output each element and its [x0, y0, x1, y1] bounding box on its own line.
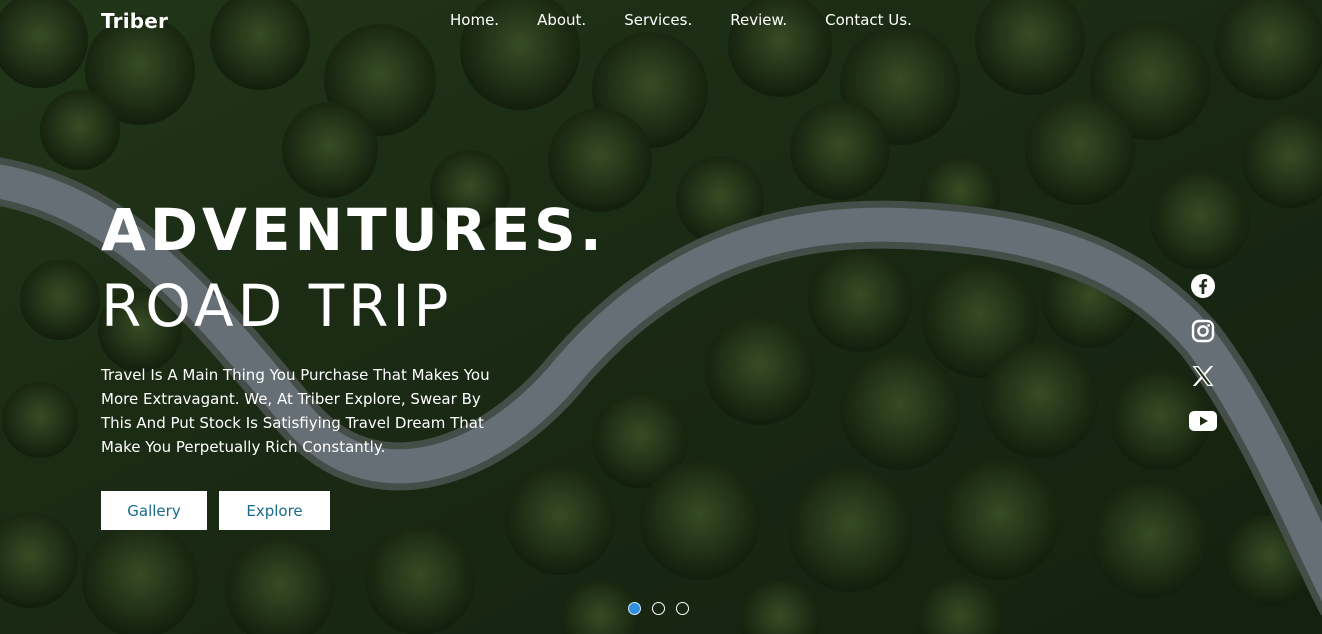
nav-services[interactable]: Services.	[624, 11, 692, 29]
carousel-dot-1[interactable]	[628, 602, 641, 615]
explore-button[interactable]: Explore	[219, 491, 330, 530]
hero-subline: ROAD TRIP	[101, 272, 453, 340]
nav-about[interactable]: About.	[537, 11, 586, 29]
nav-contact[interactable]: Contact Us.	[825, 11, 912, 29]
hero-headline: ADVENTURES.	[101, 196, 606, 264]
nav-review[interactable]: Review.	[730, 11, 787, 29]
instagram-icon[interactable]	[1189, 317, 1217, 345]
nav-home[interactable]: Home.	[450, 11, 499, 29]
youtube-icon[interactable]	[1189, 407, 1217, 435]
social-links	[1189, 272, 1217, 452]
brand-logo[interactable]: Triber	[101, 9, 168, 33]
facebook-icon[interactable]	[1189, 272, 1217, 300]
gallery-button[interactable]: Gallery	[101, 491, 207, 530]
carousel-dot-3[interactable]	[676, 602, 689, 615]
carousel-pagination	[628, 602, 700, 615]
hero-description: Travel Is A Main Thing You Purchase That…	[101, 366, 490, 456]
x-icon[interactable]	[1189, 362, 1217, 390]
main-nav: Home. About. Services. Review. Contact U…	[450, 11, 950, 29]
carousel-dot-2[interactable]	[652, 602, 665, 615]
